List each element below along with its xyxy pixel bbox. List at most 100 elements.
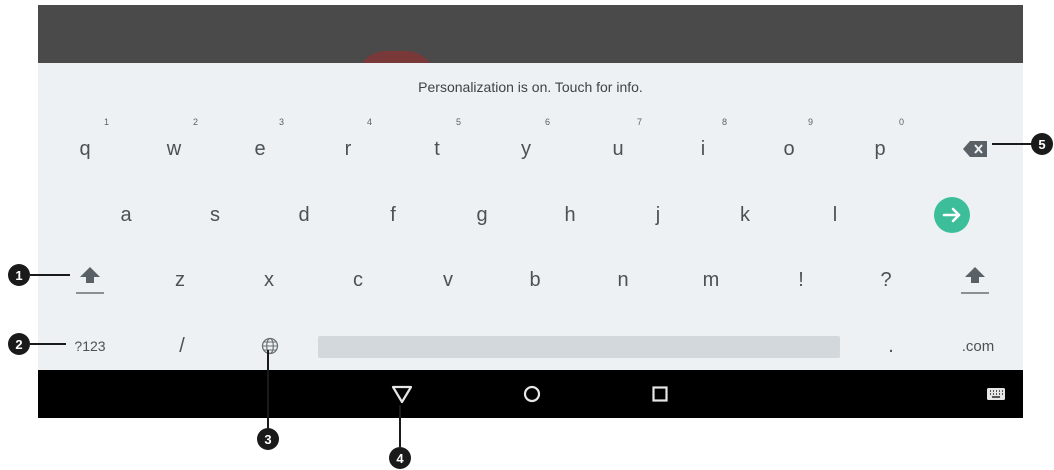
keyboard-icon [987, 388, 1005, 400]
keyboard-switch-button[interactable] [972, 376, 1020, 412]
key-label: p [874, 137, 886, 160]
callout-badge: 5 [1031, 133, 1053, 155]
key-label: h [564, 203, 576, 226]
callout-line [399, 405, 401, 447]
back-triangle-icon [391, 385, 413, 404]
key-d[interactable]: d [274, 191, 334, 239]
shift-icon [76, 267, 104, 294]
navigation-bar [38, 370, 1023, 418]
key-label: n [617, 268, 629, 291]
key-s[interactable]: s [185, 191, 245, 239]
on-screen-keyboard: Personalization is on. Touch for info. q… [38, 63, 1023, 370]
key-label: c [353, 268, 363, 291]
key-c[interactable]: c [328, 256, 388, 304]
key-label: d [298, 203, 310, 226]
key-label: j [655, 203, 661, 226]
key-label: u [612, 137, 624, 160]
key-k[interactable]: k [715, 191, 775, 239]
dotcom-key[interactable]: .com [948, 322, 1008, 370]
key-hint: 9 [807, 117, 813, 127]
shift-key-left[interactable] [60, 256, 120, 304]
key-period[interactable]: . [861, 322, 921, 370]
key-hint: 3 [278, 117, 284, 127]
key-label: r [344, 137, 352, 160]
key-r[interactable]: r4 [318, 117, 378, 173]
key-m[interactable]: m [681, 256, 741, 304]
callout-badge: 2 [8, 333, 30, 355]
shift-key-right[interactable] [945, 256, 1005, 304]
key-label: ? [880, 268, 892, 291]
callout-badge: 1 [8, 264, 30, 286]
key-label: . [888, 334, 894, 357]
key-exclamation[interactable]: ! [771, 256, 831, 304]
key-q[interactable]: q1 [55, 117, 115, 173]
key-v[interactable]: v [418, 256, 478, 304]
callout-number: 4 [396, 450, 404, 466]
callout-number: 2 [15, 336, 23, 352]
globe-icon [261, 337, 279, 355]
language-key[interactable] [240, 322, 300, 370]
key-label: f [390, 203, 396, 226]
key-l[interactable]: l [805, 191, 865, 239]
key-label: o [783, 137, 795, 160]
key-label: .com [961, 337, 995, 355]
key-label: v [443, 268, 453, 291]
key-t[interactable]: t5 [407, 117, 467, 173]
key-n[interactable]: n [593, 256, 653, 304]
key-hint: 0 [898, 117, 904, 127]
key-slash[interactable]: / [152, 322, 212, 370]
key-label: e [254, 137, 266, 160]
key-label: s [210, 203, 220, 226]
callout-number: 3 [264, 431, 272, 447]
key-y[interactable]: y6 [496, 117, 556, 173]
key-o[interactable]: o9 [759, 117, 819, 173]
space-bar[interactable] [318, 336, 840, 358]
suggestion-strip[interactable]: Personalization is on. Touch for info. [38, 63, 1023, 111]
key-a[interactable]: a [96, 191, 156, 239]
key-label: k [740, 203, 750, 226]
key-w[interactable]: w2 [144, 117, 204, 173]
callout-line [992, 143, 1032, 145]
key-label: q [79, 137, 91, 160]
key-label: w [166, 137, 182, 160]
key-hint: 7 [636, 117, 642, 127]
key-label: m [702, 268, 720, 291]
key-u[interactable]: u7 [588, 117, 648, 173]
key-e[interactable]: e3 [230, 117, 290, 173]
key-hint: 6 [544, 117, 550, 127]
key-z[interactable]: z [150, 256, 210, 304]
home-button[interactable] [508, 376, 556, 412]
callout-line [267, 350, 269, 428]
key-label: g [476, 203, 488, 226]
key-hint: 4 [366, 117, 372, 127]
key-label: ! [798, 268, 804, 291]
key-i[interactable]: i8 [673, 117, 733, 173]
recents-square-icon [652, 386, 668, 402]
key-b[interactable]: b [505, 256, 565, 304]
key-label: ?123 [74, 338, 106, 354]
device-screen: Personalization is on. Touch for info. q… [38, 5, 1023, 418]
backspace-icon [963, 141, 987, 157]
backspace-key[interactable] [945, 125, 1005, 173]
key-label: y [521, 137, 531, 160]
back-button[interactable] [378, 376, 426, 412]
callout-badge: 4 [389, 447, 411, 469]
callout-number: 1 [15, 267, 23, 283]
key-f[interactable]: f [363, 191, 423, 239]
key-label: a [120, 203, 132, 226]
key-p[interactable]: p0 [850, 117, 910, 173]
key-x[interactable]: x [239, 256, 299, 304]
key-g[interactable]: g [452, 191, 512, 239]
symbols-key[interactable]: ?123 [60, 322, 120, 370]
callout-badge: 3 [257, 428, 279, 450]
key-j[interactable]: j [628, 191, 688, 239]
key-label: l [832, 203, 838, 226]
app-background [38, 5, 1023, 65]
key-label: / [179, 334, 185, 357]
callout-line [30, 274, 70, 276]
recents-button[interactable] [636, 376, 684, 412]
key-question[interactable]: ? [856, 256, 916, 304]
enter-key[interactable] [922, 191, 982, 239]
key-hint: 2 [192, 117, 198, 127]
key-h[interactable]: h [540, 191, 600, 239]
